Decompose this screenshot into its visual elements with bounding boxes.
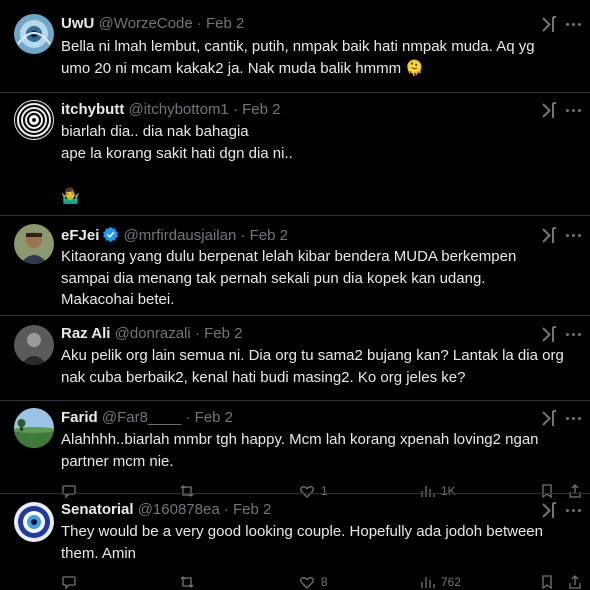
separator-dot: · [240, 227, 246, 244]
more-options-icon[interactable] [566, 333, 582, 339]
reply-text-line: Kitaorang yang dulu berpenat lelah kibar… [61, 248, 517, 308]
grok-icon[interactable] [540, 409, 559, 428]
grok-icon[interactable] [540, 15, 559, 34]
reply-card[interactable]: itchybutt @itchybottom1 · Feb 2 biarlah … [0, 93, 590, 215]
avatar[interactable] [14, 408, 54, 448]
grok-icon[interactable] [540, 101, 559, 120]
reply-button[interactable] [61, 574, 77, 590]
more-options-icon[interactable] [566, 23, 582, 29]
reply-text: biarlah dia.. dia nak bahagia ape la kor… [61, 121, 561, 207]
eye-art-avatar-icon [14, 14, 54, 54]
reply-header: Farid @Far8____ · Feb 2 [61, 409, 233, 427]
display-name[interactable]: UwU [61, 15, 94, 32]
reply-text-line: biarlah dia.. dia nak bahagia [61, 123, 249, 140]
user-handle[interactable]: @mrfirdausjailan [124, 227, 237, 244]
post-date[interactable]: Feb 2 [204, 325, 242, 342]
post-date[interactable]: Feb 2 [250, 227, 288, 244]
verified-badge-icon [103, 226, 119, 243]
views-button[interactable]: 762 [419, 574, 461, 590]
reply-text: Kitaorang yang dulu berpenat lelah kibar… [61, 246, 561, 311]
reply-text-line: Alahhhh..biarlah mmbr tgh happy. Mcm lah… [61, 431, 539, 470]
more-options-icon[interactable] [566, 509, 582, 515]
reply-card[interactable]: Senatorial @160878ea · Feb 2 They would … [0, 494, 590, 590]
like-count: 8 [321, 575, 328, 589]
bookmark-button[interactable] [539, 574, 555, 590]
grey-photo-avatar-icon [14, 325, 54, 365]
reply-header: Senatorial @160878ea · Feb 2 [61, 501, 271, 519]
reply-text: Bella ni lmah lembut, cantik, putih, nmp… [61, 36, 566, 79]
reply-card[interactable]: eFJei @mrfirdausjailan · Feb 2 Kitaorang… [0, 216, 590, 315]
repost-icon [180, 576, 194, 588]
user-handle[interactable]: @WorzeCode [99, 15, 193, 32]
user-handle[interactable]: @160878ea [138, 501, 220, 518]
avatar[interactable] [14, 100, 54, 140]
separator-dot: · [196, 15, 202, 32]
separator-dot: · [223, 501, 229, 518]
field-photo-avatar-icon [14, 408, 54, 448]
bookmark-icon [542, 575, 552, 590]
avatar[interactable] [14, 14, 54, 54]
emoji: 🤷‍♂️ [61, 187, 80, 205]
reply-card[interactable]: UwU @WorzeCode · Feb 2 Bella ni lmah lem… [0, 0, 590, 92]
reply-icon [62, 576, 76, 590]
avatar[interactable] [14, 325, 54, 365]
reply-text-line: They would be a very good looking couple… [61, 523, 543, 562]
reply-card[interactable]: Raz Ali @donrazali · Feb 2 Aku pelik org… [0, 316, 590, 400]
reply-header: UwU @WorzeCode · Feb 2 [61, 15, 244, 33]
reply-card[interactable]: Farid @Far8____ · Feb 2 Alahhhh..biarlah… [0, 401, 590, 499]
separator-dot: · [194, 325, 200, 342]
avatar[interactable] [14, 502, 54, 542]
post-date[interactable]: Feb 2 [206, 15, 244, 32]
post-date[interactable]: Feb 2 [242, 101, 280, 118]
like-button[interactable]: 8 [299, 574, 328, 590]
user-handle[interactable]: @itchybottom1 [129, 101, 229, 118]
view-count: 762 [441, 575, 462, 589]
reply-text-line: Aku pelik org lain semua ni. Dia org tu … [61, 347, 564, 386]
grok-icon[interactable] [540, 226, 559, 245]
post-date[interactable]: Feb 2 [233, 501, 271, 518]
reply-text-line: ape la korang sakit hati dgn dia ni.. [61, 144, 293, 162]
swirl-pattern-avatar-icon [14, 100, 54, 140]
display-name[interactable]: Farid [61, 409, 98, 426]
action-bar: 1 1K [61, 483, 581, 499]
blue-eye-avatar-icon [14, 502, 54, 542]
display-name[interactable]: Senatorial [61, 501, 134, 518]
display-name[interactable]: Raz Ali [61, 325, 110, 342]
post-date[interactable]: Feb 2 [195, 409, 233, 426]
reply-text-line [61, 164, 561, 186]
more-options-icon[interactable] [566, 417, 582, 423]
reply-header: itchybutt @itchybottom1 · Feb 2 [61, 101, 280, 119]
grok-icon[interactable] [540, 501, 559, 520]
reply-header: eFJei @mrfirdausjailan · Feb 2 [61, 226, 288, 245]
display-name[interactable]: itchybutt [61, 101, 124, 118]
separator-dot: · [232, 101, 238, 118]
reply-header: Raz Ali @donrazali · Feb 2 [61, 325, 242, 343]
share-icon [569, 575, 581, 589]
reply-text: They would be a very good looking couple… [61, 521, 566, 564]
separator-dot: · [185, 409, 191, 426]
reply-text: Aku pelik org lain semua ni. Dia org tu … [61, 345, 566, 388]
share-button[interactable] [567, 574, 583, 590]
user-handle[interactable]: @donrazali [115, 325, 191, 342]
repost-button[interactable] [179, 574, 195, 590]
more-options-icon[interactable] [566, 109, 582, 115]
man-photo-avatar-icon [14, 224, 54, 264]
reply-text-line: Bella ni lmah lembut, cantik, putih, nmp… [61, 38, 535, 77]
grok-icon[interactable] [540, 325, 559, 344]
heart-icon [300, 577, 314, 589]
reply-text: Alahhhh..biarlah mmbr tgh happy. Mcm lah… [61, 429, 566, 472]
display-name[interactable]: eFJei [61, 227, 99, 244]
more-options-icon[interactable] [566, 234, 582, 240]
avatar[interactable] [14, 224, 54, 264]
user-handle[interactable]: @Far8____ [102, 409, 181, 426]
views-chart-icon [421, 577, 435, 588]
